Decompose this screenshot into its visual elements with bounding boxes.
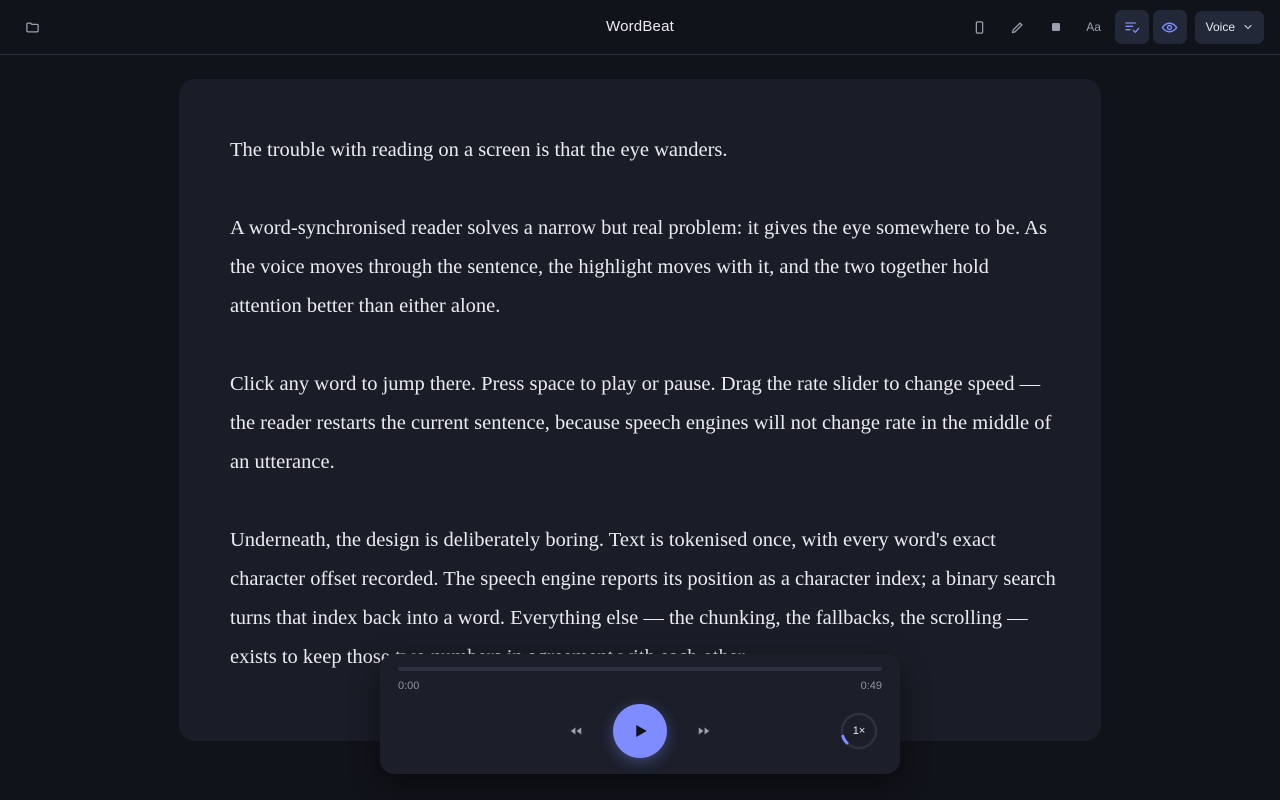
voice-select[interactable]: Voice bbox=[1194, 10, 1264, 44]
rate-label: 1× bbox=[852, 725, 866, 737]
duration: 0:49 bbox=[860, 680, 882, 692]
reader-text[interactable]: The trouble with reading on a screen is … bbox=[230, 131, 1060, 716]
edit-button[interactable] bbox=[1001, 10, 1035, 44]
play-button[interactable] bbox=[613, 704, 667, 758]
player-bar: 0:00 0:49 1× bbox=[380, 654, 900, 774]
rewind-icon bbox=[570, 727, 582, 735]
toolbar: Aa Voice bbox=[963, 10, 1264, 44]
paragraph[interactable]: The trouble with reading on a screen is … bbox=[230, 131, 1060, 170]
follow-text-toggle[interactable] bbox=[1114, 10, 1149, 44]
highlight-toggle[interactable] bbox=[1152, 10, 1187, 44]
font-size-button[interactable]: Aa bbox=[1077, 10, 1111, 44]
stop-button[interactable] bbox=[1039, 10, 1073, 44]
stop-icon bbox=[1051, 23, 1060, 31]
paragraph[interactable]: A word-synchronised reader solves a narr… bbox=[230, 209, 1060, 326]
rate-dial[interactable]: 1× bbox=[839, 711, 879, 751]
mobile-view-button[interactable] bbox=[963, 10, 997, 44]
pencil-icon bbox=[1012, 22, 1023, 33]
fast-forward-button[interactable] bbox=[693, 720, 715, 742]
play-icon bbox=[636, 725, 647, 737]
font-size-icon: Aa bbox=[1086, 20, 1101, 34]
chevron-down-icon bbox=[1244, 24, 1252, 30]
rewind-button[interactable] bbox=[565, 720, 587, 742]
voice-label: Voice bbox=[1205, 20, 1235, 34]
current-time: 0:00 bbox=[398, 680, 420, 692]
list-check-icon bbox=[1124, 22, 1139, 33]
top-bar: WordBeat Aa Voice bbox=[0, 0, 1280, 55]
paragraph[interactable]: Click any word to jump there. Press spac… bbox=[230, 365, 1060, 482]
phone-icon bbox=[975, 20, 984, 34]
fast-forward-icon bbox=[698, 727, 710, 735]
progress-slider[interactable] bbox=[398, 667, 882, 671]
reader-card: The trouble with reading on a screen is … bbox=[179, 79, 1101, 741]
eye-icon bbox=[1161, 22, 1178, 32]
